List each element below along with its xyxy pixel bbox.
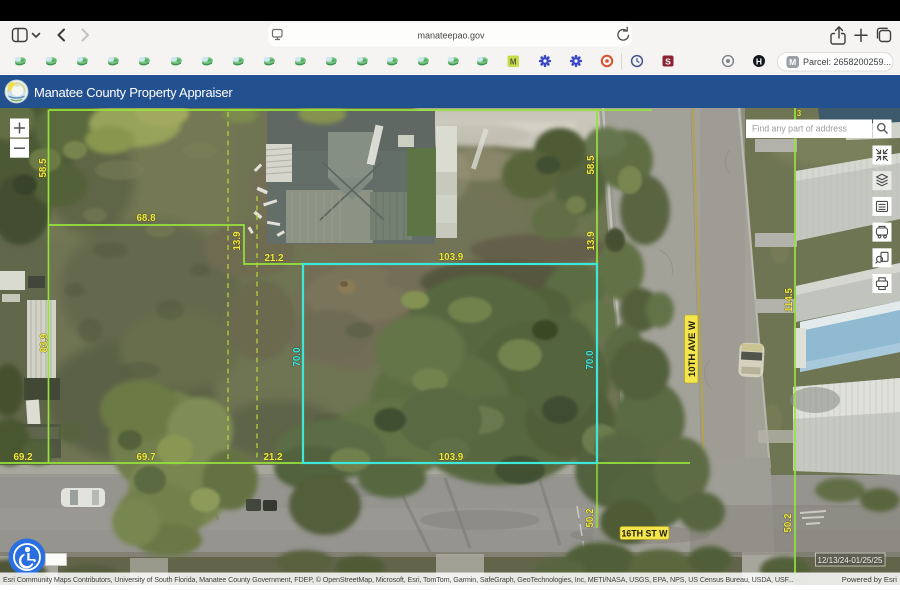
svg-text:16TH ST W: 16TH ST W: [622, 529, 669, 539]
svg-text:manateepao.gov: manateepao.gov: [417, 31, 485, 41]
svg-text:69.2: 69.2: [13, 452, 33, 463]
svg-text:69.7: 69.7: [136, 452, 156, 463]
svg-text:70.0: 70.0: [292, 347, 303, 367]
svg-text:21.2: 21.2: [264, 253, 284, 264]
svg-text:103.9: 103.9: [439, 452, 464, 463]
svg-text:3: 3: [797, 109, 802, 118]
svg-text:58.5: 58.5: [38, 158, 49, 178]
svg-text:H: H: [756, 56, 762, 66]
svg-text:68.8: 68.8: [136, 213, 156, 224]
svg-text:50.2: 50.2: [585, 508, 596, 528]
svg-text:12/13/24-01/25/25: 12/13/24-01/25/25: [818, 556, 883, 565]
svg-text:Find any part of address: Find any part of address: [752, 124, 847, 134]
svg-text:103.9: 103.9: [439, 252, 464, 263]
svg-text:Powered by Esri: Powered by Esri: [842, 575, 898, 584]
svg-text:70.0: 70.0: [585, 350, 596, 370]
svg-text:Esri Community Maps Contributo: Esri Community Maps Contributors, Univer…: [3, 575, 794, 584]
svg-text:M: M: [789, 57, 796, 67]
svg-text:10TH AVE W: 10TH AVE W: [687, 321, 698, 377]
svg-text:13.9: 13.9: [232, 231, 243, 251]
svg-text:50.2: 50.2: [783, 513, 794, 533]
svg-text:21.2: 21.2: [263, 452, 283, 463]
svg-text:M: M: [510, 58, 517, 67]
svg-text:Parcel: 2658200259...: Parcel: 2658200259...: [803, 57, 891, 67]
svg-text:83.9: 83.9: [39, 333, 50, 353]
svg-text:58.5: 58.5: [586, 155, 597, 175]
svg-text:114.5: 114.5: [784, 287, 795, 312]
svg-text:S: S: [665, 56, 671, 66]
svg-text:13.9: 13.9: [586, 231, 597, 251]
